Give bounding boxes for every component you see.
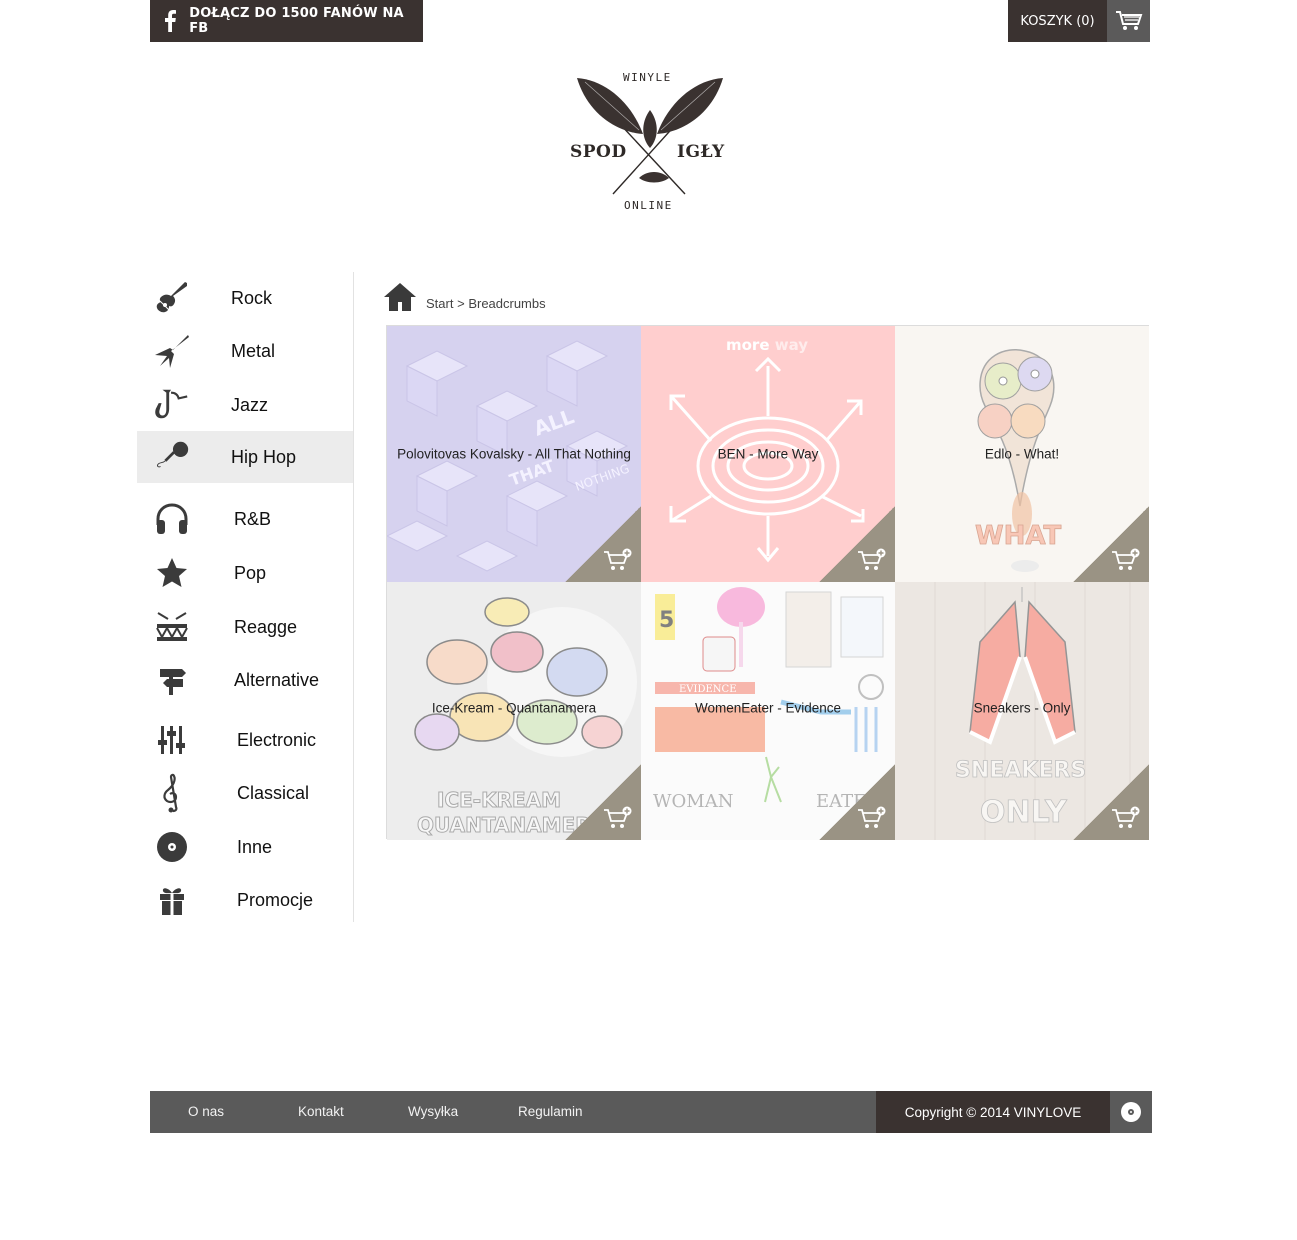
add-to-cart-icon [603, 806, 633, 832]
product-title: Polovitovas Kovalsky - All That Nothing [397, 446, 631, 462]
headphones-icon [153, 501, 191, 537]
site-logo[interactable]: WINYLE SPOD IGŁY ONLINE [565, 66, 735, 216]
treble-clef-icon [153, 773, 191, 813]
crossed-leaves-icon [577, 78, 723, 195]
add-to-cart-corner[interactable] [819, 506, 895, 582]
sidebar-item-label: Promocje [237, 889, 314, 910]
footer-link-o-nas[interactable]: O nas [188, 1104, 224, 1119]
sidebar-item-jazz[interactable]: Jazz [137, 379, 353, 431]
drum-icon [153, 609, 191, 645]
shopping-cart-icon [1107, 0, 1150, 42]
sidebar-item-label: Reagge [234, 616, 298, 637]
breadcrumb-separator: > [457, 296, 465, 311]
add-to-cart-corner[interactable] [565, 764, 641, 840]
logo-bottom-text: ONLINE [624, 199, 673, 212]
sidebar-item-classical[interactable]: Classical [137, 767, 353, 819]
product-title: Edlo - What! [984, 446, 1060, 462]
electric-guitar-icon [153, 280, 191, 316]
vinyl-disc-icon [1110, 1091, 1152, 1133]
breadcrumb: Start > Breadcrumbs [383, 282, 546, 312]
add-to-cart-icon [1111, 548, 1141, 574]
sidebar-item-label: Metal [231, 340, 276, 361]
product-grid: ALL THAT NOTHING Polovitovas Kovalsky - … [386, 325, 1149, 840]
sidebar-item-pop[interactable]: Pop [137, 547, 353, 599]
add-to-cart-icon [857, 548, 887, 574]
vinyl-disc-icon [153, 829, 191, 865]
cart-label: KOSZYK (0) [1008, 0, 1107, 42]
sidebar-item-inne[interactable]: Inne [137, 821, 353, 873]
star-icon [153, 555, 191, 591]
breadcrumb-current: Breadcrumbs [468, 296, 546, 311]
sidebar-item-label: Inne [237, 836, 273, 857]
sidebar-item-label: Hip Hop [231, 446, 297, 467]
sidebar-item-label: Classical [237, 782, 310, 803]
flying-v-guitar-icon [153, 333, 191, 369]
footer-link-kontakt[interactable]: Kontakt [298, 1104, 344, 1119]
product-tile[interactable]: ICE-KREAM QUANTANAMERA Ice-Kream - Quant… [387, 582, 641, 840]
product-title: Ice-Kream - Quantanamera [431, 700, 597, 716]
sidebar-item-label: Rock [231, 287, 273, 308]
add-to-cart-corner[interactable] [565, 506, 641, 582]
cart-button[interactable]: KOSZYK (0) [1008, 0, 1150, 42]
product-tile[interactable]: SNEAKERS ONLY Sneakers - Only [895, 582, 1149, 840]
logo-right-text: IGŁY [677, 142, 725, 162]
copyright: Copyright © 2014 VINYLOVE [876, 1091, 1110, 1133]
category-sidebar: Rock Metal Jazz Hip Hop R&B Pop Reagge A… [137, 272, 354, 922]
logo-top-text: WINYLE [623, 71, 672, 84]
product-tile[interactable]: 5 EVIDENCE WOMAN EATER WomenEater - Evid… [641, 582, 895, 840]
breadcrumb-start-link[interactable]: Start [426, 296, 453, 311]
sidebar-item-promocje[interactable]: Promocje [137, 874, 353, 926]
facebook-join-button[interactable]: DOŁĄCZ DO 1500 FANÓW NA FB [150, 0, 423, 42]
add-to-cart-icon [857, 806, 887, 832]
breadcrumb-trail: Start > Breadcrumbs [426, 296, 546, 312]
product-title: WomenEater - Evidence [694, 700, 842, 716]
sidebar-item-reagge[interactable]: Reagge [137, 601, 353, 653]
footer: O nas Kontakt Wysyłka Regulamin Copyrigh… [150, 1091, 1152, 1133]
equalizer-icon [153, 722, 191, 758]
sidebar-item-label: Pop [234, 562, 267, 583]
add-to-cart-corner[interactable] [819, 764, 895, 840]
product-title: BEN - More Way [717, 446, 819, 462]
add-to-cart-corner[interactable] [1073, 506, 1149, 582]
sidebar-item-label: R&B [234, 508, 272, 529]
sidebar-item-hip-hop[interactable]: Hip Hop [137, 431, 353, 483]
saxophone-icon [153, 387, 191, 423]
sidebar-item-rnb[interactable]: R&B [137, 493, 353, 545]
add-to-cart-icon [603, 548, 633, 574]
product-tile[interactable]: WHAT Edlo - What! [895, 326, 1149, 582]
footer-link-regulamin[interactable]: Regulamin [518, 1104, 583, 1119]
sidebar-item-alternative[interactable]: Alternative [137, 654, 353, 706]
sidebar-item-label: Alternative [234, 669, 320, 690]
sidebar-item-electronic[interactable]: Electronic [137, 714, 353, 766]
signpost-icon [153, 662, 191, 698]
home-icon[interactable] [383, 282, 417, 312]
sidebar-item-label: Electronic [237, 729, 317, 750]
sidebar-item-label: Jazz [231, 394, 269, 415]
logo-left-text: SPOD [570, 142, 627, 162]
sidebar-item-metal[interactable]: Metal [137, 325, 353, 377]
gift-icon [153, 882, 191, 918]
add-to-cart-corner[interactable] [1073, 764, 1149, 840]
facebook-join-label: DOŁĄCZ DO 1500 FANÓW NA FB [189, 6, 404, 36]
facebook-icon [150, 10, 189, 32]
footer-link-wysylka[interactable]: Wysyłka [408, 1104, 458, 1119]
product-title: Sneakers - Only [973, 700, 1071, 716]
add-to-cart-icon [1111, 806, 1141, 832]
product-tile[interactable]: ALL THAT NOTHING Polovitovas Kovalsky - … [387, 326, 641, 582]
microphone-icon [153, 439, 191, 475]
product-tile[interactable]: more way BEN - More Way [641, 326, 895, 582]
sidebar-item-rock[interactable]: Rock [137, 272, 353, 324]
footer-links: O nas Kontakt Wysyłka Regulamin [150, 1091, 876, 1133]
